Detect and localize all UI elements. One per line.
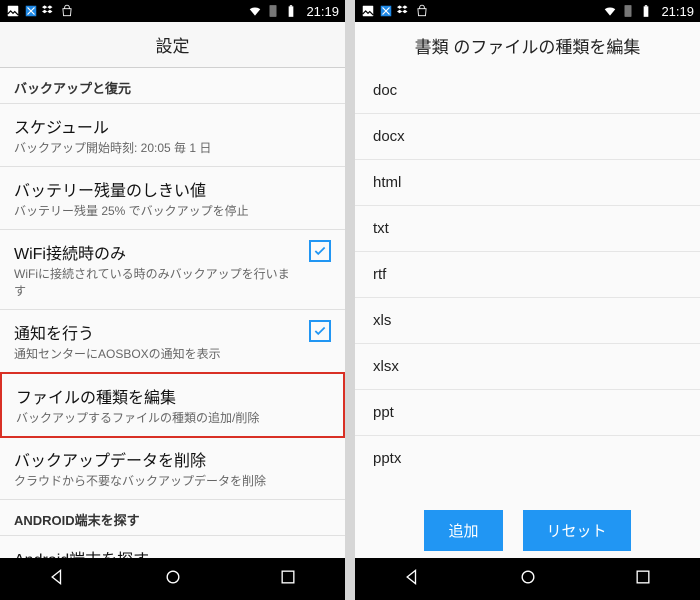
wifi-icon — [248, 4, 262, 18]
button-bar: 追加 リセット — [355, 502, 700, 558]
row-subtitle: バッテリー残量 25% でバックアップを停止 — [14, 203, 331, 219]
row-schedule[interactable]: スケジュール バックアップ開始時刻: 20:05 毎 1 日 — [0, 104, 345, 167]
status-bar: 21:19 — [355, 0, 700, 22]
filetype-row[interactable]: doc — [355, 68, 700, 114]
row-title: スケジュール — [14, 114, 331, 138]
image-icon — [6, 4, 20, 18]
battery-icon — [284, 4, 298, 18]
row-subtitle: 通知センターにAOSBOXの通知を表示 — [14, 346, 301, 362]
filetype-row[interactable]: txt — [355, 206, 700, 252]
phone-settings: 21:19 設定 バックアップと復元 スケジュール バックアップ開始時刻: 20… — [0, 0, 345, 600]
nav-home-icon[interactable] — [163, 567, 183, 592]
section-find-device: ANDROID端末を探す — [0, 500, 345, 536]
app-icon — [24, 4, 38, 18]
filetype-row[interactable]: xls — [355, 298, 700, 344]
appbar-title: 設定 — [156, 32, 190, 57]
row-delete-backup[interactable]: バックアップデータを削除 クラウドから不要なバックアップデータを削除 — [0, 437, 345, 500]
row-notify[interactable]: 通知を行う 通知センターにAOSBOXの通知を表示 — [0, 310, 345, 373]
appbar: 設定 — [0, 22, 345, 68]
nav-recents-icon[interactable] — [278, 567, 298, 592]
row-subtitle: バックアップ開始時刻: 20:05 毎 1 日 — [14, 140, 331, 156]
dropbox-icon — [397, 4, 411, 18]
dropbox-icon — [42, 4, 56, 18]
nav-back-icon[interactable] — [403, 567, 423, 592]
row-find-device[interactable]: Android端末を探す 紛失した端末をマップ上で探します — [0, 536, 345, 558]
filetype-row[interactable]: html — [355, 160, 700, 206]
sim-icon — [266, 4, 280, 18]
row-subtitle: バックアップするファイルの種類の追加/削除 — [16, 410, 329, 426]
filetype-row[interactable]: docx — [355, 114, 700, 160]
status-time: 21:19 — [306, 4, 339, 19]
row-edit-filetypes[interactable]: ファイルの種類を編集 バックアップするファイルの種類の追加/削除 — [0, 372, 345, 438]
section-backup-restore: バックアップと復元 — [0, 68, 345, 104]
filetype-row[interactable]: xlsx — [355, 344, 700, 390]
wifi-icon — [603, 4, 617, 18]
row-title: バックアップデータを削除 — [14, 447, 331, 471]
nav-home-icon[interactable] — [518, 567, 538, 592]
nav-back-icon[interactable] — [48, 567, 68, 592]
reset-button[interactable]: リセット — [523, 510, 631, 551]
shop-icon — [60, 4, 74, 18]
row-title: 通知を行う — [14, 320, 301, 344]
row-subtitle: クラウドから不要なバックアップデータを削除 — [14, 473, 331, 489]
row-wifi-only[interactable]: WiFi接続時のみ WiFiに接続されている時のみバックアップを行います — [0, 230, 345, 309]
row-subtitle: WiFiに接続されている時のみバックアップを行います — [14, 266, 301, 298]
row-title: バッテリー残量のしきい値 — [14, 177, 331, 201]
notify-checkbox[interactable] — [309, 320, 331, 342]
nav-recents-icon[interactable] — [633, 567, 653, 592]
appbar-title: 書類 のファイルの種類を編集 — [415, 33, 641, 58]
phone-filetypes: 21:19 書類 のファイルの種類を編集 doc docx html txt r… — [355, 0, 700, 600]
filetype-list[interactable]: doc docx html txt rtf xls xlsx ppt pptx — [355, 68, 700, 502]
row-battery[interactable]: バッテリー残量のしきい値 バッテリー残量 25% でバックアップを停止 — [0, 167, 345, 230]
row-title: WiFi接続時のみ — [14, 240, 301, 264]
app-icon — [379, 4, 393, 18]
appbar: 書類 のファイルの種類を編集 — [355, 22, 700, 68]
image-icon — [361, 4, 375, 18]
status-time: 21:19 — [661, 4, 694, 19]
nav-bar — [355, 558, 700, 600]
sim-icon — [621, 4, 635, 18]
settings-list[interactable]: バックアップと復元 スケジュール バックアップ開始時刻: 20:05 毎 1 日… — [0, 68, 345, 558]
filetype-row[interactable]: rtf — [355, 252, 700, 298]
add-button[interactable]: 追加 — [424, 510, 502, 551]
row-title: ファイルの種類を編集 — [16, 384, 329, 408]
wifi-checkbox[interactable] — [309, 240, 331, 262]
row-title: Android端末を探す — [14, 546, 331, 558]
nav-bar — [0, 558, 345, 600]
filetype-row[interactable]: pptx — [355, 436, 700, 481]
filetype-row[interactable]: ppt — [355, 390, 700, 436]
battery-icon — [639, 4, 653, 18]
shop-icon — [415, 4, 429, 18]
status-bar: 21:19 — [0, 0, 345, 22]
